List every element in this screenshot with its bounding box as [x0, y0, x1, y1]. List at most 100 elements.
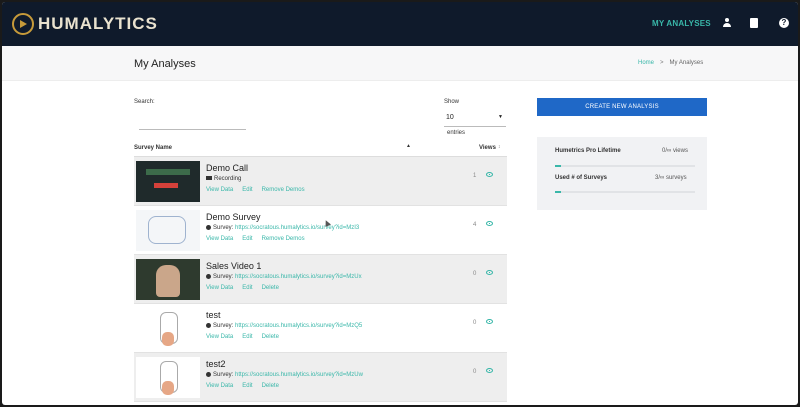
video-thumbnail[interactable] — [136, 210, 200, 251]
survey-icon — [206, 372, 211, 377]
page-header: My Analyses Home > My Analyses — [2, 46, 798, 81]
survey-name[interactable]: Sales Video 1 — [206, 261, 261, 271]
chevron-down-icon: ▼ — [498, 114, 503, 120]
views-usage-fill — [555, 165, 561, 167]
survey-url[interactable]: https://socratous.humalytics.io/survey?i… — [235, 323, 362, 329]
survey-meta: Survey: https://socratous.humalytics.io/… — [206, 372, 363, 378]
eye-icon[interactable] — [486, 319, 493, 324]
entries-select-value: 10 — [446, 114, 454, 121]
column-header-views[interactable]: Views — [479, 145, 496, 151]
views-count: 4 — [473, 222, 477, 228]
survey-name[interactable]: test2 — [206, 359, 226, 369]
create-new-analysis-button[interactable]: CREATE NEW ANALYSIS — [537, 98, 707, 116]
survey-url[interactable]: https://socratous.humalytics.io/survey?i… — [235, 274, 362, 280]
logo-text: HUMALYTICS — [38, 14, 158, 33]
sort-asc-icon[interactable]: ▲ — [406, 143, 411, 149]
video-thumbnail[interactable] — [136, 161, 200, 202]
views-count: 1 — [473, 173, 477, 179]
table-row: test2 Survey: https://socratous.humalyti… — [134, 353, 507, 402]
meta-text: Survey: — [213, 225, 234, 232]
views-usage-bar — [555, 165, 695, 167]
edit-link[interactable]: Edit — [242, 334, 252, 340]
video-thumbnail[interactable] — [136, 259, 200, 300]
survey-name[interactable]: Demo Call — [206, 163, 248, 173]
plan-usage-panel: Humetrics Pro Lifetime 0/∞ views Used # … — [537, 137, 707, 210]
views-count: 0 — [473, 320, 477, 326]
breadcrumb-separator: > — [660, 60, 664, 66]
view-data-link[interactable]: View Data — [206, 285, 233, 291]
meta-text: Survey: — [213, 323, 234, 330]
remove-demos-link[interactable]: Remove Demos — [262, 187, 305, 193]
play-logo-icon — [12, 13, 34, 35]
search-label: Search: — [134, 99, 155, 105]
survey-meta: Recording — [206, 176, 241, 182]
survey-meta: Survey: https://socratous.humalytics.io/… — [206, 274, 362, 280]
meta-text: Survey: — [213, 274, 234, 281]
breadcrumb-home[interactable]: Home — [638, 60, 654, 66]
delete-link[interactable]: Delete — [262, 334, 279, 340]
remove-demos-link[interactable]: Remove Demos — [262, 236, 305, 242]
row-actions: View Data Edit Delete — [206, 285, 288, 291]
surveys-usage-bar — [555, 191, 695, 193]
column-header-survey-name[interactable]: Survey Name — [134, 145, 172, 151]
video-thumbnail[interactable] — [136, 357, 200, 398]
show-label: Show — [444, 99, 460, 105]
breadcrumb-current: My Analyses — [669, 60, 704, 66]
logo[interactable]: HUMALYTICS — [12, 10, 158, 38]
entries-label: entries — [447, 130, 466, 136]
video-thumbnail[interactable] — [136, 308, 200, 349]
eye-icon[interactable] — [486, 368, 493, 373]
surveys-value: 3/∞ surveys — [655, 175, 687, 181]
row-actions: View Data Edit Remove Demos — [206, 236, 314, 242]
survey-meta: Survey: https://socratous.humalytics.io/… — [206, 323, 362, 329]
views-count: 0 — [473, 369, 477, 375]
entries-select[interactable]: 10 ▼ — [444, 112, 506, 127]
table-row: test Survey: https://socratous.humalytic… — [134, 304, 507, 353]
survey-url[interactable]: https://socratous.humalytics.io/survey?i… — [235, 225, 359, 231]
breadcrumb: Home > My Analyses — [638, 60, 703, 66]
nav-my-analyses[interactable]: MY ANALYSES — [652, 19, 711, 28]
table-row: Demo Survey Survey: https://socratous.hu… — [134, 206, 507, 255]
view-data-link[interactable]: View Data — [206, 383, 233, 389]
view-data-link[interactable]: View Data — [206, 187, 233, 193]
view-data-link[interactable]: View Data — [206, 236, 233, 242]
survey-icon — [206, 274, 211, 279]
page-title: My Analyses — [134, 58, 196, 70]
plan-name: Humetrics Pro Lifetime — [555, 148, 621, 154]
views-count: 0 — [473, 271, 477, 277]
eye-icon[interactable] — [486, 221, 493, 226]
row-actions: View Data Edit Remove Demos — [206, 187, 314, 193]
survey-table: Demo Call Recording View Data Edit Remove … — [134, 157, 507, 402]
edit-link[interactable]: Edit — [242, 187, 252, 193]
row-actions: View Data Edit Delete — [206, 383, 288, 389]
row-actions: View Data Edit Delete — [206, 334, 288, 340]
view-data-link[interactable]: View Data — [206, 334, 233, 340]
survey-name[interactable]: test — [206, 310, 221, 320]
user-icon[interactable] — [722, 18, 732, 28]
plan-views-value: 0/∞ views — [662, 148, 688, 154]
surveys-label: Used # of Surveys — [555, 175, 608, 181]
edit-link[interactable]: Edit — [242, 285, 252, 291]
survey-icon — [206, 323, 211, 328]
eye-icon[interactable] — [486, 270, 493, 275]
survey-url[interactable]: https://socratous.humalytics.io/survey?i… — [235, 372, 363, 378]
help-icon[interactable]: ? — [779, 18, 789, 28]
meta-text: Survey: — [213, 372, 234, 379]
camera-icon — [206, 176, 212, 181]
table-row: Demo Call Recording View Data Edit Remove … — [134, 157, 507, 206]
survey-name[interactable]: Demo Survey — [206, 212, 261, 222]
surveys-usage-fill — [555, 191, 561, 193]
edit-link[interactable]: Edit — [242, 383, 252, 389]
search-input[interactable] — [139, 116, 246, 130]
survey-meta: Survey: https://socratous.humalytics.io/… — [206, 225, 359, 231]
app-window: HUMALYTICS MY ANALYSES ? My Analyses Hom… — [2, 2, 798, 405]
sort-icon[interactable]: ↕ — [498, 144, 501, 150]
survey-icon — [206, 225, 211, 230]
eye-icon[interactable] — [486, 172, 493, 177]
edit-link[interactable]: Edit — [242, 236, 252, 242]
top-navbar: HUMALYTICS MY ANALYSES ? — [2, 2, 798, 46]
book-icon[interactable] — [750, 18, 758, 28]
delete-link[interactable]: Delete — [262, 383, 279, 389]
delete-link[interactable]: Delete — [262, 285, 279, 291]
meta-text: Recording — [214, 176, 242, 182]
